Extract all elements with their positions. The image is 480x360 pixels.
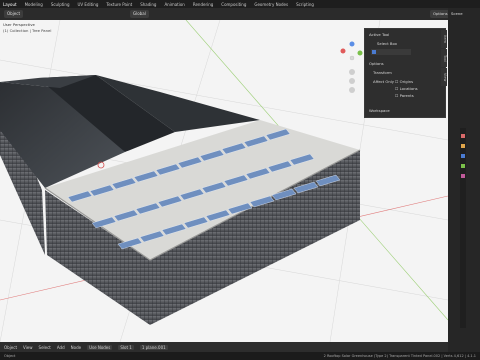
menu-tab-modeling[interactable]: Modeling	[25, 2, 43, 7]
menu-tab-animation[interactable]: Animation	[164, 2, 184, 7]
menu-tab-texture-paint[interactable]: Texture Paint	[106, 2, 132, 7]
sidebar-n-panel: Active Tool Select Box Options Transform…	[364, 28, 446, 118]
checkbox-parents[interactable]: ☐ Parents	[395, 93, 414, 98]
checkbox-locations[interactable]: ☐ Locations	[395, 86, 418, 91]
select-box-label[interactable]: Select Box	[377, 41, 397, 46]
menu-tab-shading[interactable]: Shading	[140, 2, 156, 7]
status-bar: Object 2 Rooftop Solar Greenhouse (Type …	[0, 352, 480, 360]
use-nodes-toggle[interactable]: Use Nodes	[87, 344, 113, 350]
material-selector[interactable]: 1 plane.001	[139, 344, 168, 350]
menu-tab-rendering[interactable]: Rendering	[193, 2, 213, 7]
menu-tab-geometry-nodes[interactable]: Geometry Nodes	[254, 2, 288, 7]
3d-cursor-icon[interactable]	[97, 161, 105, 169]
bottom-menu-node[interactable]: Node	[71, 345, 81, 350]
navigation-gizmo[interactable]	[340, 41, 363, 61]
top-menu-bar: Layout Modeling Sculpting UV Editing Texture…	[0, 0, 480, 8]
viewport-tool-icons[interactable]	[349, 69, 355, 93]
menu-tab-compositing[interactable]: Compositing	[221, 2, 246, 7]
active-tool-title: Active Tool	[369, 32, 390, 37]
orientation-label: Global	[133, 11, 146, 16]
status-left: Object	[4, 354, 16, 358]
viewport-header: Object Global Options	[0, 8, 451, 20]
bottom-menu-add[interactable]: Add	[57, 345, 65, 350]
menu-tab-layout[interactable]: Layout	[3, 2, 17, 7]
property-tabs[interactable]	[460, 128, 466, 328]
scene-label: Scene	[451, 11, 463, 16]
slot-selector[interactable]: Slot 1	[118, 344, 134, 350]
workspace-title: Workspace	[369, 108, 390, 113]
mode-label: Object	[7, 11, 21, 16]
orientation-selector[interactable]: Global	[130, 10, 149, 18]
tool-icons-row[interactable]	[371, 49, 411, 55]
bottom-menu-object[interactable]: Object	[4, 345, 17, 350]
n-panel-tabs[interactable]: Item Tool View	[441, 30, 448, 87]
checkbox-origins[interactable]: ☐ Origins	[395, 79, 413, 84]
mode-selector[interactable]: Object	[4, 10, 24, 18]
transform-title: Transform	[373, 70, 392, 75]
properties-editor[interactable]: Scene	[448, 8, 480, 352]
options-title: Options	[369, 61, 384, 66]
tab-item[interactable]: Item	[441, 30, 447, 48]
tab-tool[interactable]: Tool	[441, 49, 447, 67]
view-label: User Perspective	[3, 22, 35, 27]
options-label: Options	[433, 11, 448, 16]
affect-only-label: Affect Only	[373, 79, 395, 84]
menu-tab-uv-editing[interactable]: UV Editing	[78, 2, 99, 7]
menu-tab-sculpting[interactable]: Sculpting	[51, 2, 70, 7]
bottom-menu-select[interactable]: Select	[39, 345, 51, 350]
select-tool-icon[interactable]	[372, 50, 376, 54]
bottom-menu-view[interactable]: View	[23, 345, 33, 350]
menu-tab-scripting[interactable]: Scripting	[296, 2, 314, 7]
collection-label: (1) Collection | Tree Panel	[3, 28, 52, 33]
tab-view[interactable]: View	[441, 68, 447, 86]
status-right: 2 Rooftop Solar Greenhouse (Type 2) Tran…	[323, 354, 476, 358]
bottom-editor-header: Object View Select Add Node Use Nodes Slot 1 1 …	[0, 342, 448, 352]
